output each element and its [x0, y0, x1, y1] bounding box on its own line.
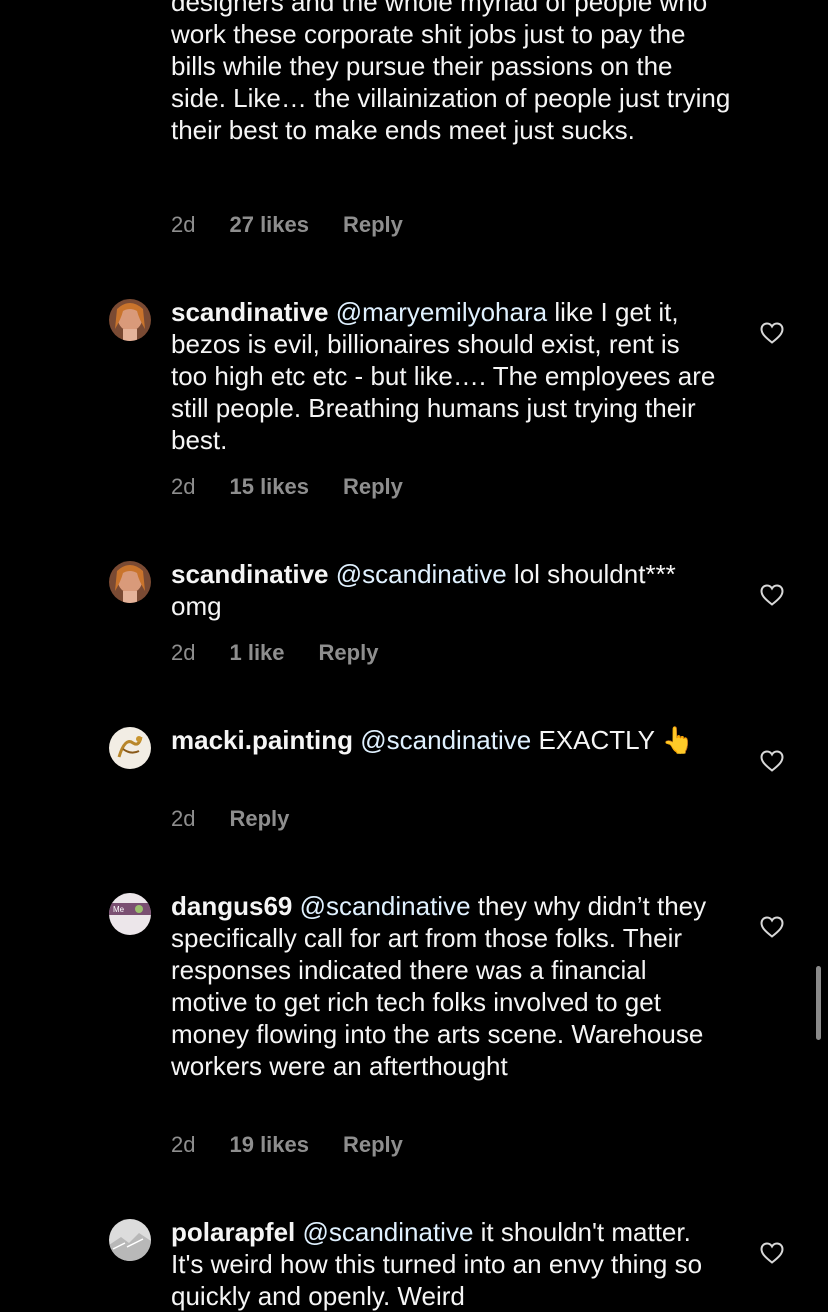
- reply-button[interactable]: Reply: [343, 212, 403, 238]
- avatar[interactable]: [109, 299, 151, 341]
- comment-meta: 2d Reply: [171, 806, 289, 832]
- avatar[interactable]: [109, 727, 151, 769]
- heart-icon[interactable]: [760, 916, 784, 938]
- likes-count[interactable]: 1 like: [229, 640, 284, 666]
- mention-link[interactable]: @scandinative: [300, 891, 471, 921]
- username[interactable]: scandinative: [171, 297, 329, 327]
- mention-link[interactable]: @maryemilyohara: [336, 297, 547, 327]
- comment-time: 2d: [171, 1132, 196, 1157]
- username[interactable]: polarapfel: [171, 1217, 295, 1247]
- comment-text: EXACTLY 👆: [531, 725, 695, 755]
- heart-icon[interactable]: [760, 750, 784, 772]
- username[interactable]: scandinative: [171, 559, 329, 589]
- heart-icon[interactable]: [760, 1242, 784, 1264]
- comment-meta: 2d 19 likes Reply: [171, 1132, 403, 1158]
- avatar[interactable]: [109, 561, 151, 603]
- scrollbar[interactable]: [816, 966, 821, 1040]
- comment-meta: 2d 27 likes Reply: [171, 212, 403, 238]
- reply-button[interactable]: Reply: [229, 806, 289, 832]
- comment-body: scandinative @scandinative lol shouldnt*…: [171, 558, 721, 622]
- comment-body: scandinative @maryemilyohara like I get …: [171, 296, 721, 456]
- avatar[interactable]: Me: [109, 893, 151, 935]
- avatar-label: Me: [113, 905, 125, 914]
- heart-icon[interactable]: [760, 584, 784, 606]
- username[interactable]: dangus69: [171, 891, 292, 921]
- comment-time: 2d: [171, 212, 196, 237]
- mention-link[interactable]: @scandinative: [336, 559, 507, 589]
- reply-button[interactable]: Reply: [343, 474, 403, 500]
- comment-time: 2d: [171, 474, 196, 499]
- comment-body: macki.painting @scandinative EXACTLY 👆: [171, 724, 721, 756]
- likes-count[interactable]: 27 likes: [229, 212, 309, 238]
- comment-text-continued: designers and the whole myriad of people…: [171, 0, 731, 145]
- comment-time: 2d: [171, 806, 196, 831]
- reply-button[interactable]: Reply: [319, 640, 379, 666]
- mention-link[interactable]: @scandinative: [360, 725, 531, 755]
- reply-button[interactable]: Reply: [343, 1132, 403, 1158]
- mention-link[interactable]: @scandinative: [302, 1217, 473, 1247]
- likes-count[interactable]: 15 likes: [229, 474, 309, 500]
- username[interactable]: macki.painting: [171, 725, 353, 755]
- comment-time: 2d: [171, 640, 196, 665]
- comment-body: dangus69 @scandinative they why didn’t t…: [171, 890, 721, 1082]
- comment-meta: 2d 1 like Reply: [171, 640, 378, 666]
- likes-count[interactable]: 19 likes: [229, 1132, 309, 1158]
- comment-meta: 2d 15 likes Reply: [171, 474, 403, 500]
- heart-icon[interactable]: [760, 322, 784, 344]
- comment-body: polarapfel @scandinative it shouldn't ma…: [171, 1216, 721, 1312]
- avatar[interactable]: [109, 1219, 151, 1261]
